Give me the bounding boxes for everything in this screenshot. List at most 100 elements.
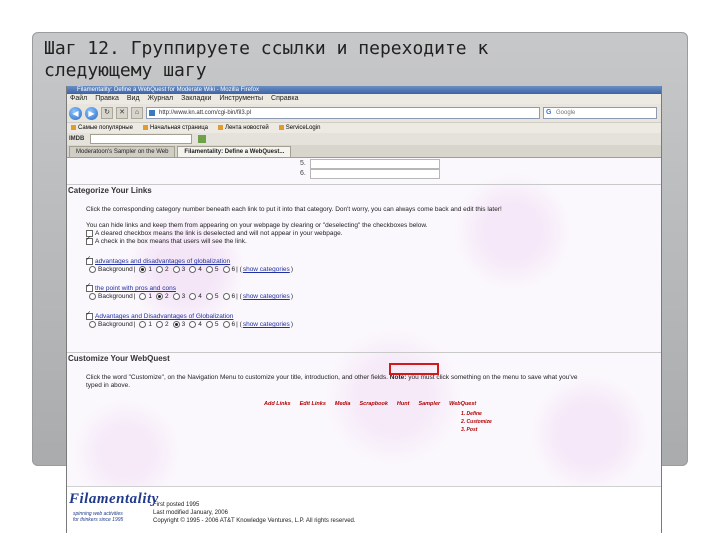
reload-icon[interactable]: ↻ — [101, 107, 113, 119]
radio-background[interactable] — [89, 293, 96, 300]
bookmark-news[interactable]: Лента новостей — [218, 123, 269, 133]
radio-cat-1[interactable] — [139, 266, 147, 273]
link-item-2: the point with pros and cons — [86, 282, 176, 292]
webquest-nav-menu: Add Links Edit Links Media Scrapbook Hun… — [264, 401, 476, 407]
link-input[interactable] — [310, 169, 440, 179]
menu-bookmarks[interactable]: Закладки — [181, 94, 211, 104]
submenu-customize[interactable]: 2. Customize — [461, 418, 492, 426]
bookmark-home[interactable]: Начальная страница — [143, 123, 208, 133]
row-number: 5. — [300, 160, 306, 167]
cleared-info: A cleared checkbox means the link is des… — [86, 230, 343, 237]
radio-cat-1[interactable] — [139, 293, 147, 300]
bookmarks-toolbar: Самые популярные Начальная страница Лент… — [67, 123, 661, 133]
footer-text: First posted 1995 Last modified January,… — [153, 501, 356, 525]
hide-info: You can hide links and keep them from ap… — [86, 222, 428, 229]
home-icon[interactable]: ⌂ — [131, 107, 143, 119]
checked-info: A check in the box means that users will… — [86, 235, 247, 245]
customize-text-2: typed in above. — [86, 382, 131, 389]
radio-cat-4[interactable] — [189, 293, 197, 300]
favicon-icon — [149, 110, 155, 116]
radio-cat-4[interactable] — [189, 321, 197, 328]
search-box[interactable]: G Google — [543, 107, 657, 119]
radio-cat-5[interactable] — [205, 266, 213, 273]
link-1-checkbox[interactable] — [86, 255, 93, 265]
tab-filamentality[interactable]: Filamentality: Define a WebQuest... — [177, 146, 292, 157]
page-footer: Filamentality spinning web activities fo… — [67, 486, 661, 533]
radio-background[interactable] — [89, 321, 96, 328]
submenu-post[interactable]: 3. Post — [461, 426, 492, 434]
toolbar-chart-icon[interactable] — [198, 135, 207, 143]
radio-cat-1[interactable] — [139, 321, 147, 328]
search-placeholder: Google — [556, 110, 576, 116]
radio-cat-2[interactable] — [156, 321, 164, 328]
row-number: 6. — [300, 170, 306, 177]
link-item-1: advantages and disadvantages of globaliz… — [86, 255, 230, 265]
menu-history[interactable]: Журнал — [148, 94, 174, 104]
menu-edit[interactable]: Правка — [95, 94, 119, 104]
link-3-category-row: Background | 1 2 3 4 5 6 | (show categori… — [86, 321, 293, 328]
radio-background[interactable] — [89, 266, 96, 273]
address-text: http://www.kn.att.com/cgi-bin/fil3.pl — [159, 110, 252, 116]
link-3-checkbox[interactable] — [86, 310, 93, 320]
tab-sampler[interactable]: Moderatoon's Sampler on the Web — [69, 146, 176, 157]
navigation-toolbar: ◀ ▶ ↻ ✕ ⌂ http://www.kn.att.com/cgi-bin/… — [67, 104, 661, 123]
nav-hunt[interactable]: Hunt — [397, 401, 410, 407]
radio-cat-6[interactable] — [222, 266, 230, 273]
show-categories-link[interactable]: show categories — [243, 293, 290, 300]
tab-strip: Moderatoon's Sampler on the Web Filament… — [67, 145, 661, 158]
menu-file[interactable]: Файл — [70, 94, 87, 104]
menu-tools[interactable]: Инструменты — [219, 94, 263, 104]
checkbox-sample-checked — [86, 235, 93, 245]
show-categories-link[interactable]: show categories — [243, 321, 290, 328]
link-1-category-row: Background | 1 2 3 4 5 6 | (show categori… — [86, 266, 293, 273]
categorize-heading: Categorize Your Links — [67, 184, 661, 197]
radio-cat-6[interactable] — [222, 293, 230, 300]
nav-scrapbook[interactable]: Scrapbook — [359, 401, 387, 407]
bookmark-servicelogin[interactable]: ServiceLogin — [279, 123, 321, 133]
radio-cat-2[interactable] — [156, 266, 164, 273]
radio-cat-2[interactable] — [156, 293, 164, 300]
slide-title: Шаг 12. Группируете ссылки и переходите … — [44, 38, 644, 82]
webquest-submenu: 1. Define 2. Customize 3. Post — [461, 410, 492, 434]
submenu-define[interactable]: 1. Define — [461, 410, 492, 418]
nav-webquest[interactable]: WebQuest — [449, 401, 476, 407]
nav-media[interactable]: Media — [335, 401, 351, 407]
menu-view[interactable]: Вид — [127, 94, 140, 104]
back-icon[interactable]: ◀ — [69, 106, 82, 120]
logo-tagline: spinning web activities for thinkers sin… — [73, 511, 124, 523]
nav-sampler[interactable]: Sampler — [418, 401, 440, 407]
customize-text: Click the word "Customize", on the Navig… — [86, 374, 578, 381]
link-3-title[interactable]: Advantages and Disadvantages of Globaliz… — [95, 313, 233, 320]
footer-first-posted: First posted 1995 — [153, 502, 200, 508]
menu-help[interactable]: Справка — [271, 94, 298, 104]
link-2-title[interactable]: the point with pros and cons — [95, 285, 176, 292]
link-input[interactable] — [310, 159, 440, 169]
stop-icon[interactable]: ✕ — [116, 107, 128, 119]
customize-highlight-box — [389, 363, 439, 375]
radio-cat-3[interactable] — [172, 266, 180, 273]
nav-add-links[interactable]: Add Links — [264, 401, 291, 407]
radio-cat-3[interactable] — [172, 293, 180, 300]
filamentality-logo: Filamentality — [69, 491, 159, 507]
address-bar[interactable]: http://www.kn.att.com/cgi-bin/fil3.pl — [146, 107, 540, 119]
radio-cat-5[interactable] — [205, 321, 213, 328]
radio-cat-6[interactable] — [222, 321, 230, 328]
radio-cat-3[interactable] — [172, 321, 180, 328]
link-2-checkbox[interactable] — [86, 282, 93, 292]
link-2-category-row: Background | 1 2 3 4 5 6 | (show categori… — [86, 293, 293, 300]
nav-edit-links[interactable]: Edit Links — [300, 401, 326, 407]
customize-heading: Customize Your WebQuest — [67, 352, 661, 365]
radio-cat-5[interactable] — [205, 293, 213, 300]
window-titlebar: Filamentality: Define a WebQuest for Mod… — [67, 86, 661, 94]
show-categories-link[interactable]: show categories — [243, 266, 290, 273]
toolbar-input[interactable] — [90, 134, 193, 144]
google-icon: G — [546, 109, 552, 116]
forward-icon[interactable]: ▶ — [85, 106, 98, 120]
radio-cat-4[interactable] — [189, 266, 197, 273]
categorize-intro: Click the corresponding category number … — [86, 206, 502, 213]
bookmark-popular[interactable]: Самые популярные — [71, 123, 133, 133]
footer-copyright: Copyright © 1995 - 2006 AT&T Knowledge V… — [153, 518, 356, 524]
page-content: 5. 6. Categorize Your Links Click the co… — [67, 158, 661, 526]
footer-last-modified: Last modified January, 2006 — [153, 510, 228, 516]
link-1-title[interactable]: advantages and disadvantages of globaliz… — [95, 258, 230, 265]
